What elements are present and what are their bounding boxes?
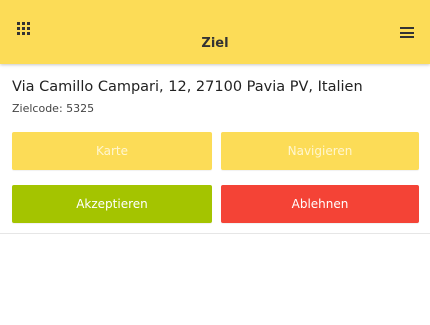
page-title: Ziel bbox=[201, 36, 229, 51]
accept-button[interactable]: Akzeptieren bbox=[12, 185, 212, 223]
apps-grid-icon[interactable] bbox=[17, 22, 32, 37]
destination-address: Via Camillo Campari, 12, 27100 Pavia PV,… bbox=[12, 79, 363, 95]
decline-button[interactable]: Ablehnen bbox=[221, 185, 419, 223]
app-header: Ziel bbox=[0, 0, 430, 64]
hamburger-menu-icon[interactable] bbox=[400, 27, 414, 38]
destination-code: Zielcode: 5325 bbox=[12, 102, 95, 115]
divider bbox=[0, 233, 430, 234]
navigate-button[interactable]: Navigieren bbox=[221, 132, 419, 170]
map-button[interactable]: Karte bbox=[12, 132, 212, 170]
